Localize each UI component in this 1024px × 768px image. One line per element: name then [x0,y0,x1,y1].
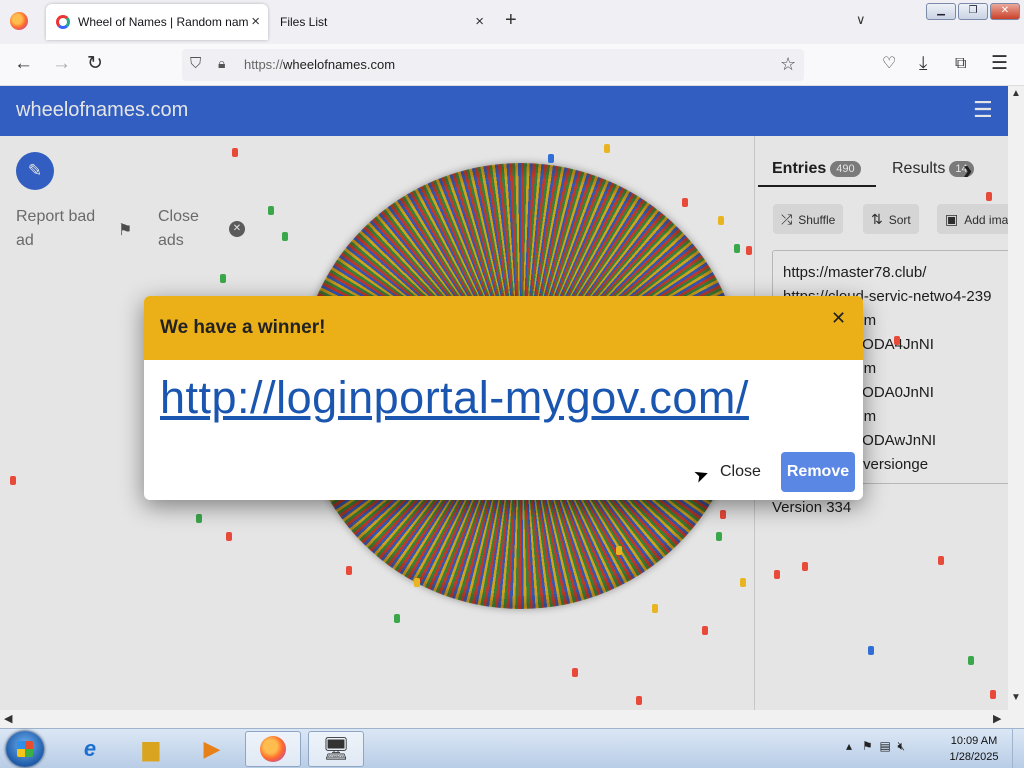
confetti-piece [802,562,808,571]
pocket-icon[interactable]: ♡ [882,53,896,75]
internet-explorer-icon[interactable]: e [62,731,118,767]
confetti-piece [232,148,238,157]
download-icon[interactable]: ⤓ [919,53,927,75]
tab-close-icon[interactable]: × [475,13,484,30]
back-arrow-icon[interactable]: ← [14,53,33,75]
confetti-piece [774,570,780,579]
confetti-piece [702,626,708,635]
navigation-bar: ← → ↻ ⛉ 🔒︎ https://wheelofnames.com ☆ ♡ … [0,44,1024,86]
clock-date: 1/28/2025 [949,751,999,763]
confetti-piece [636,696,642,705]
tab-title: Wheel of Names | Random name picker [78,15,248,29]
media-player-icon[interactable]: ▶ [184,731,240,767]
confetti-piece [682,198,688,207]
winner-dialog: We have a winner! ✕ http://loginportal-m… [144,296,863,500]
confetti-piece [746,246,752,255]
confetti-piece [716,532,722,541]
confetti-piece [282,232,288,241]
confetti-piece [196,514,202,523]
confetti-piece [734,244,740,253]
horizontal-scrollbar[interactable]: ◀ ▶ [0,710,1024,728]
confetti-piece [720,510,726,519]
folder-icon[interactable]: ▆ [123,731,179,767]
clock-time: 10:09 AM [950,735,998,747]
scroll-right-arrow-icon[interactable]: ▶ [993,712,1001,725]
confetti-piece [894,336,900,345]
confetti-piece [718,216,724,225]
confetti-piece [346,566,352,575]
bookmark-star-icon[interactable]: ☆ [780,54,796,75]
confetti-piece [10,476,16,485]
list-all-tabs-button[interactable]: ∨ [856,12,866,28]
firefox-taskbar-icon[interactable] [245,731,301,767]
confetti-piece [548,154,554,163]
remove-button[interactable]: Remove [781,452,855,492]
firefox-icon[interactable] [10,12,28,30]
confetti-piece [220,274,226,283]
browser-tab-strip: Wheel of Names | Random name picker × Fi… [0,0,1024,44]
extensions-icon[interactable]: ⧉ [955,53,966,75]
tab-close-icon[interactable]: × [251,13,260,30]
reload-icon[interactable]: ↻ [87,53,103,75]
confetti-piece [414,578,420,587]
confetti-piece [868,646,874,655]
scroll-up-arrow-icon[interactable]: ▲ [1011,88,1021,99]
wheel-favicon-icon [56,15,70,29]
close-button[interactable]: Close [710,452,771,492]
url-text[interactable]: https://wheelofnames.com [244,57,395,72]
lock-icon[interactable]: 🔒︎ [218,55,225,72]
system-tray: ▴ ⚑ ▤ 🔇︎ [846,739,905,754]
tab-wheel-of-names[interactable]: Wheel of Names | Random name picker × [46,4,268,40]
dialog-title: We have a winner! [160,317,326,338]
window-restore-button[interactable]: ❐ [958,3,988,20]
network-icon[interactable]: ▤ [879,739,890,753]
url-scheme: https:// [244,57,284,72]
windows-taskbar: e ▆ ▶ 🖥︎ ▴ ⚑ ▤ 🔇︎ 10:09 AM 1/28/2025 [0,728,1024,768]
show-hidden-icons-icon[interactable]: ▴ [846,739,852,753]
confetti-piece [652,604,658,613]
network-computer-icon[interactable]: 🖥︎ [308,731,364,767]
confetti-piece [226,532,232,541]
dialog-close-icon[interactable]: ✕ [831,308,846,329]
action-center-flag-icon[interactable]: ⚑ [862,739,873,753]
firefox-icon [260,736,286,762]
confetti-piece [740,578,746,587]
forward-arrow-icon[interactable]: → [52,53,71,75]
confetti-piece [968,656,974,665]
confetti-piece [268,206,274,215]
page-content: wheelofnames.com ☰ ✎ Report bad ad ⚑ Clo… [0,86,1008,710]
winner-link[interactable]: http://loginportal-mygov.com/ [160,372,749,424]
new-tab-button[interactable]: + [505,9,517,32]
scroll-down-arrow-icon[interactable]: ▼ [1011,692,1021,703]
confetti-piece [604,144,610,153]
url-bar[interactable]: ⛉ 🔒︎ https://wheelofnames.com ☆ [182,49,804,81]
confetti-piece [986,192,992,201]
confetti-piece [616,546,622,555]
taskbar-clock[interactable]: 10:09 AM 1/28/2025 [944,733,1004,765]
window-minimize-button[interactable]: ▁ [926,3,956,20]
tab-files-list[interactable]: Files List × [272,4,492,40]
scroll-left-arrow-icon[interactable]: ◀ [4,712,12,725]
show-desktop-button[interactable] [1012,729,1024,768]
tab-title: Files List [280,15,328,29]
confetti-piece [394,614,400,623]
dialog-header: We have a winner! ✕ [144,296,863,360]
hamburger-menu-icon[interactable]: ☰ [991,53,1008,75]
vertical-scrollbar[interactable]: ▲ ▼ [1008,86,1024,710]
volume-muted-icon[interactable]: 🔇︎ [898,739,906,753]
window-close-button[interactable]: ✕ [990,3,1020,20]
start-button[interactable] [6,731,44,767]
modal-backdrop[interactable]: We have a winner! ✕ http://loginportal-m… [0,86,1008,710]
confetti-piece [572,668,578,677]
confetti-piece [938,556,944,565]
url-host: wheelofnames.com [283,57,396,72]
shield-icon[interactable]: ⛉ [190,55,201,72]
confetti-piece [990,690,996,699]
